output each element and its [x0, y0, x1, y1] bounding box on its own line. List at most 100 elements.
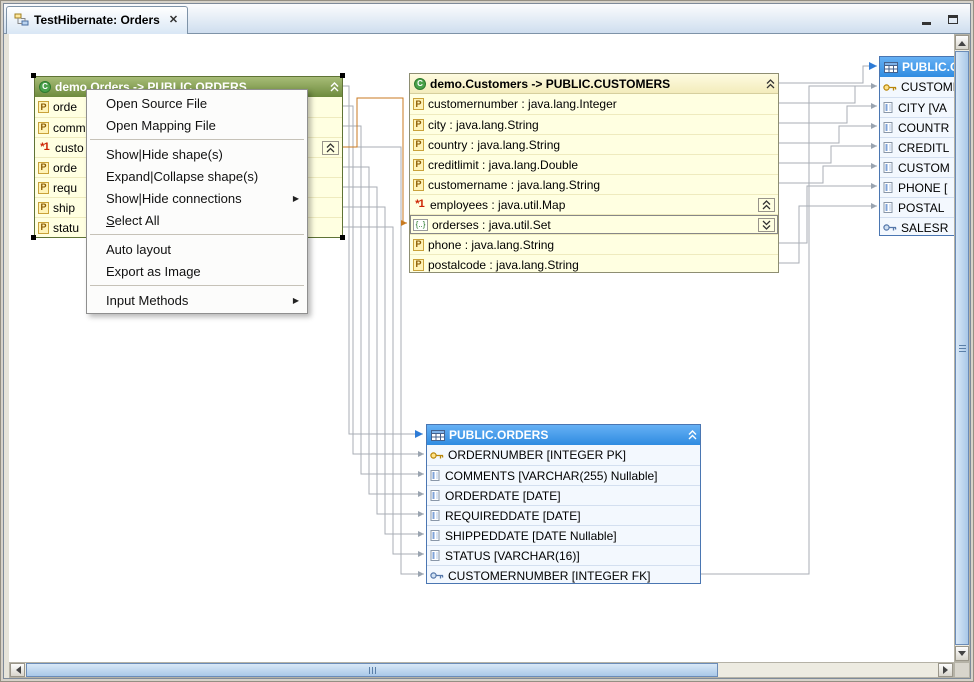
menu-item-open-mapping-file[interactable]: Open Mapping File	[88, 114, 306, 136]
field-label: ship	[53, 201, 75, 215]
selection-handle[interactable]	[340, 73, 345, 78]
menu-item-input-methods[interactable]: Input Methods▶	[88, 289, 306, 311]
expand-chevron-icon[interactable]	[322, 141, 339, 155]
menu-item-show-hide-connections[interactable]: Show|Hide connections▶	[88, 187, 306, 209]
column-label: COUNTR	[898, 121, 949, 135]
column-label: CUSTOM	[898, 161, 950, 175]
column-row[interactable]: CUSTOME	[880, 77, 954, 97]
required-property-icon	[38, 142, 51, 153]
column-row[interactable]: ORDERDATE [DATE]	[427, 485, 700, 505]
column-icon	[430, 490, 441, 501]
field-row[interactable]: postalcode : java.lang.String	[410, 254, 778, 274]
column-row[interactable]: POSTAL	[880, 197, 954, 217]
table-icon	[431, 430, 445, 441]
diagram-canvas[interactable]: demo.Orders -> PUBLIC.ORDERS orde comm c…	[9, 34, 954, 662]
view-tabbar: TestHibernate: Orders ✕	[4, 4, 970, 34]
column-label: POSTAL	[898, 201, 944, 215]
selection-handle[interactable]	[340, 235, 345, 240]
table-public-orders[interactable]: PUBLIC.ORDERS ORDERNUMBER [INTEGER PK] C	[426, 424, 701, 584]
class-icon	[39, 81, 51, 93]
column-row[interactable]: STATUS [VARCHAR(16)]	[427, 545, 700, 565]
column-row[interactable]: SALESR	[880, 217, 954, 237]
column-icon	[883, 182, 894, 193]
field-row[interactable]: customernumber : java.lang.Integer	[410, 94, 778, 114]
property-icon	[38, 101, 49, 113]
table-title: PUBLIC.C	[902, 60, 954, 74]
scroll-left-icon[interactable]	[10, 663, 25, 677]
foreign-key-icon	[430, 571, 444, 580]
submenu-arrow-icon: ▶	[293, 296, 299, 305]
field-row[interactable]: country : java.lang.String	[410, 134, 778, 154]
column-label: SHIPPEDDATE [DATE Nullable]	[445, 529, 617, 543]
tab-testhibernate-orders[interactable]: TestHibernate: Orders ✕	[6, 6, 188, 34]
class-icon	[414, 78, 426, 90]
field-label: customernumber : java.lang.Integer	[428, 97, 617, 111]
collapse-chevron-icon[interactable]	[766, 79, 775, 89]
field-label: orde	[53, 100, 77, 114]
table-public-customers[interactable]: PUBLIC.C CUSTOME CITY [VA	[879, 56, 954, 236]
property-icon	[38, 222, 49, 234]
menu-item-show-hide-shapes[interactable]: Show|Hide shape(s)	[88, 143, 306, 165]
menu-item-auto-layout[interactable]: Auto layout	[88, 238, 306, 260]
column-label: COMMENTS [VARCHAR(255) Nullable]	[445, 469, 658, 483]
field-row-employees[interactable]: employees : java.util.Map	[410, 194, 778, 214]
field-row[interactable]: creditlimit : java.lang.Double	[410, 154, 778, 174]
column-label: ORDERNUMBER [INTEGER PK]	[448, 448, 626, 462]
menu-item-select-all[interactable]: Select All	[88, 209, 306, 231]
scroll-up-icon[interactable]	[955, 35, 969, 50]
column-row[interactable]: CUSTOM	[880, 157, 954, 177]
context-menu: Open Source File Open Mapping File Show|…	[86, 89, 308, 314]
collapse-chevron-icon[interactable]	[688, 430, 697, 440]
column-row[interactable]: COMMENTS [VARCHAR(255) Nullable]	[427, 465, 700, 485]
entity-demo-customers-header[interactable]: demo.Customers -> PUBLIC.CUSTOMERS	[410, 74, 778, 94]
field-label: custo	[55, 141, 84, 155]
menu-item-expand-collapse-shapes[interactable]: Expand|Collapse shape(s)	[88, 165, 306, 187]
expand-chevron-icon[interactable]	[758, 218, 775, 232]
horizontal-scrollbar-thumb[interactable]	[26, 663, 718, 677]
column-row[interactable]: CREDITL	[880, 137, 954, 157]
column-icon	[883, 162, 894, 173]
collapse-chevron-icon[interactable]	[758, 198, 775, 212]
menu-separator	[90, 285, 304, 286]
column-row[interactable]: REQUIREDDATE [DATE]	[427, 505, 700, 525]
property-icon	[413, 119, 424, 131]
vertical-scrollbar-thumb[interactable]	[955, 51, 969, 645]
scroll-right-icon[interactable]	[938, 663, 953, 677]
field-row[interactable]: customername : java.lang.String	[410, 174, 778, 194]
column-icon	[883, 142, 894, 153]
selection-handle[interactable]	[31, 73, 36, 78]
entity-title: demo.Customers -> PUBLIC.CUSTOMERS	[430, 77, 670, 91]
menu-item-export-as-image[interactable]: Export as Image	[88, 260, 306, 282]
editor-view: TestHibernate: Orders ✕	[0, 0, 974, 682]
tab-label: TestHibernate: Orders	[34, 13, 160, 27]
field-label: comm	[53, 121, 86, 135]
table-public-customers-header[interactable]: PUBLIC.C	[880, 57, 954, 77]
column-icon	[430, 470, 441, 481]
field-label: city : java.lang.String	[428, 118, 539, 132]
entity-demo-customers[interactable]: demo.Customers -> PUBLIC.CUSTOMERS custo…	[409, 73, 779, 273]
field-row-orderses[interactable]: orderses : java.util.Set	[410, 214, 778, 234]
selection-handle[interactable]	[31, 235, 36, 240]
field-row[interactable]: phone : java.lang.String	[410, 234, 778, 254]
column-row[interactable]: CITY [VA	[880, 97, 954, 117]
vertical-scrollbar[interactable]	[954, 34, 970, 662]
column-row[interactable]: COUNTR	[880, 117, 954, 137]
scroll-down-icon[interactable]	[955, 646, 969, 661]
column-row[interactable]: ORDERNUMBER [INTEGER PK]	[427, 445, 700, 465]
minimize-icon[interactable]	[917, 11, 936, 28]
required-property-icon	[413, 199, 426, 210]
horizontal-scrollbar[interactable]	[9, 662, 954, 678]
field-row[interactable]: city : java.lang.String	[410, 114, 778, 134]
column-label: CUSTOMERNUMBER [INTEGER FK]	[448, 569, 650, 583]
table-title: PUBLIC.ORDERS	[449, 428, 548, 442]
table-public-orders-header[interactable]: PUBLIC.ORDERS	[427, 425, 700, 445]
column-row[interactable]: SHIPPEDDATE [DATE Nullable]	[427, 525, 700, 545]
collapse-chevron-icon[interactable]	[330, 82, 339, 92]
column-row[interactable]: PHONE [	[880, 177, 954, 197]
column-icon	[883, 202, 894, 213]
column-row[interactable]: CUSTOMERNUMBER [INTEGER FK]	[427, 565, 700, 585]
menu-item-open-source-file[interactable]: Open Source File	[88, 92, 306, 114]
maximize-icon[interactable]	[943, 11, 962, 28]
field-label: phone : java.lang.String	[428, 238, 554, 252]
close-icon[interactable]: ✕	[169, 13, 178, 26]
